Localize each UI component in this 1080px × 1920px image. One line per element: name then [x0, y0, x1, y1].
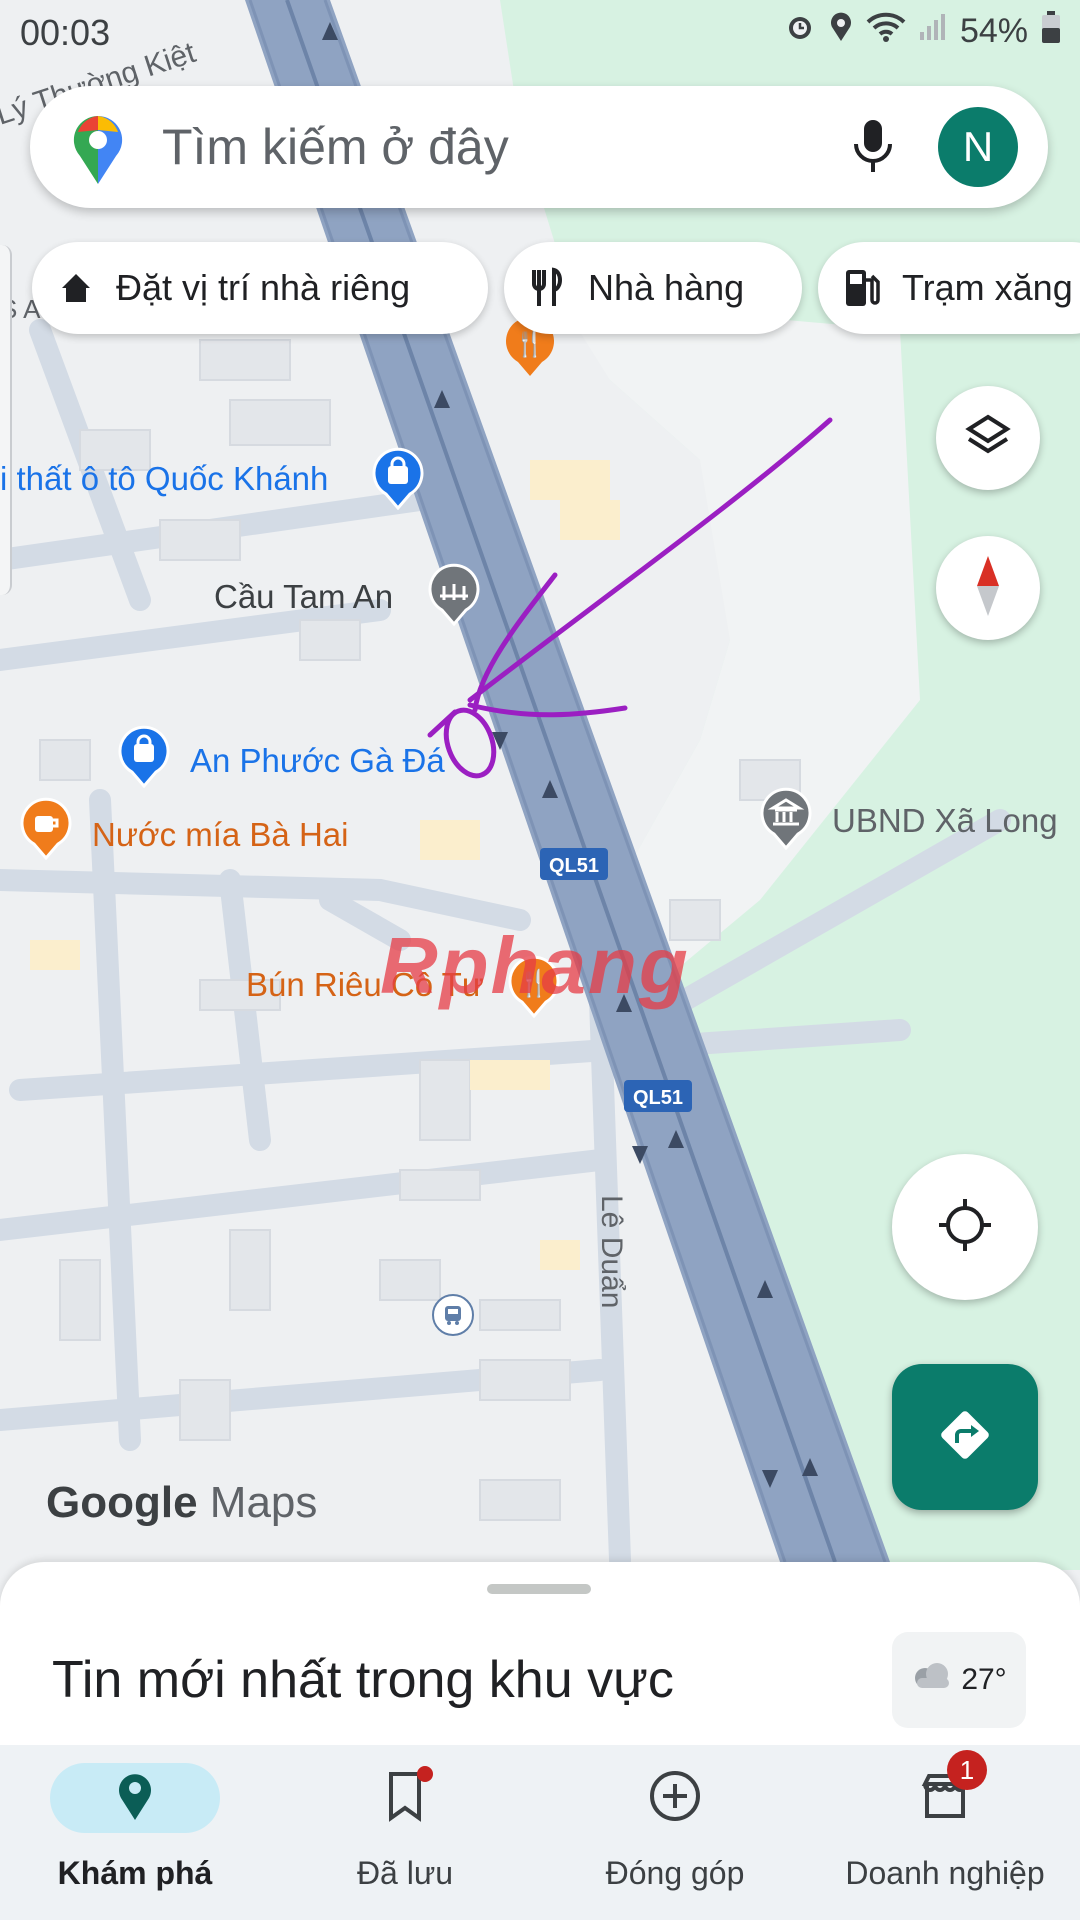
battery-icon	[1040, 10, 1062, 53]
nav-label-saved: Đã lưu	[356, 1855, 454, 1891]
location-icon	[828, 11, 854, 52]
bottom-navigation: Khám phá Đã lưu Đóng góp 1 Doanh nghiệp	[0, 1745, 1080, 1920]
google-maps-logo: Google Maps	[46, 1478, 317, 1528]
microphone-icon[interactable]	[850, 116, 896, 183]
nav-contribute-icon-wrap	[625, 1763, 725, 1833]
road-shield-ql51-1: QL51	[540, 848, 608, 880]
compass-button[interactable]	[936, 536, 1040, 640]
add-circle-icon	[647, 1768, 703, 1829]
nav-label-explore: Khám phá	[57, 1855, 213, 1891]
chip-gas-stations[interactable]: Trạm xăng	[818, 242, 1080, 334]
google-maps-pin-icon	[70, 112, 126, 191]
layers-button[interactable]	[936, 386, 1040, 490]
svg-text:QL51: QL51	[549, 855, 599, 877]
search-bar[interactable]: Tìm kiếm ở đây N	[30, 86, 1048, 208]
bookmark-icon	[385, 1765, 433, 1827]
wifi-icon	[866, 12, 906, 51]
poi-cafe-icon[interactable]	[18, 796, 74, 865]
poi-shopping-icon[interactable]	[370, 446, 426, 515]
poi-shopping-icon-2[interactable]	[116, 724, 172, 793]
directions-button[interactable]	[892, 1364, 1038, 1510]
chip-label-restaurants: Nhà hàng	[588, 267, 745, 308]
battery-percent: 54%	[959, 12, 1028, 50]
place-label-shop-1[interactable]: i thất ô tô Quốc Khánh	[0, 460, 328, 498]
business-notification-badge: 1	[947, 1749, 987, 1790]
nav-explore[interactable]: Khám phá	[0, 1745, 270, 1920]
my-location-button[interactable]	[892, 1154, 1038, 1300]
weather-badge[interactable]: 27°	[892, 1632, 1026, 1728]
nav-business[interactable]: 1 Doanh nghiệp	[810, 1745, 1080, 1920]
sheet-drag-handle[interactable]	[487, 1584, 591, 1594]
sheet-title: Tin mới nhất trong khu vực	[52, 1651, 674, 1709]
search-input[interactable]: Tìm kiếm ở đây	[162, 118, 509, 176]
layers-icon	[963, 411, 1013, 466]
nav-label-contribute: Đóng góp	[605, 1855, 745, 1891]
chip-label-home: Đặt vị trí nhà riêng	[116, 267, 411, 308]
maps-wordmark: Maps	[209, 1478, 318, 1527]
svg-text:QL51: QL51	[633, 1087, 683, 1109]
restaurant-icon	[528, 266, 568, 310]
directions-icon	[935, 1405, 995, 1470]
side-edge-handle	[0, 245, 12, 595]
gas-station-icon	[842, 266, 882, 310]
status-bar: 00:03 54%	[0, 0, 1080, 64]
nav-saved-icon-wrap	[355, 1763, 455, 1833]
place-label-cafe[interactable]: Nước mía Bà Hai	[92, 816, 348, 854]
my-location-icon	[935, 1195, 995, 1260]
temperature: 27°	[961, 1663, 1007, 1696]
signal-icon	[918, 12, 948, 51]
saved-notification-dot	[417, 1765, 433, 1782]
bus-stop-icon[interactable]	[432, 1294, 474, 1336]
place-label-shop-2[interactable]: An Phước Gà Đá	[190, 742, 445, 780]
road-shield-ql51-2: QL51	[624, 1080, 692, 1112]
chip-set-home[interactable]: Đặt vị trí nhà riêng	[32, 242, 488, 334]
place-label-government[interactable]: UBND Xã Long	[832, 802, 1058, 840]
cloud-icon	[911, 1662, 953, 1698]
compass-icon	[973, 554, 1003, 623]
home-icon	[56, 268, 96, 308]
nav-label-business: Doanh nghiệp	[845, 1855, 1045, 1891]
status-time: 00:03	[20, 12, 111, 53]
street-label-le-duan: Lê Duẩn	[595, 1195, 628, 1308]
chip-restaurants[interactable]: Nhà hàng	[504, 242, 802, 334]
business-icon: 1	[919, 1749, 987, 1827]
nav-contribute[interactable]: Đóng góp	[540, 1745, 810, 1920]
place-label-bridge[interactable]: Cầu Tam An	[214, 578, 393, 616]
poi-bridge-icon[interactable]	[426, 562, 482, 631]
watermark-logo: Rphang	[380, 921, 690, 1010]
explore-pin-icon	[115, 1770, 155, 1827]
alarm-icon	[784, 11, 816, 52]
nav-explore-indicator	[50, 1763, 220, 1833]
status-icons: 54%	[784, 10, 1062, 53]
nav-business-icon-wrap: 1	[895, 1749, 995, 1833]
account-avatar[interactable]: N	[938, 107, 1018, 187]
google-wordmark: Google	[46, 1478, 198, 1527]
chip-label-gas-stations: Trạm xăng	[902, 267, 1073, 308]
nav-saved[interactable]: Đã lưu	[270, 1745, 540, 1920]
poi-government-icon[interactable]	[758, 786, 814, 855]
